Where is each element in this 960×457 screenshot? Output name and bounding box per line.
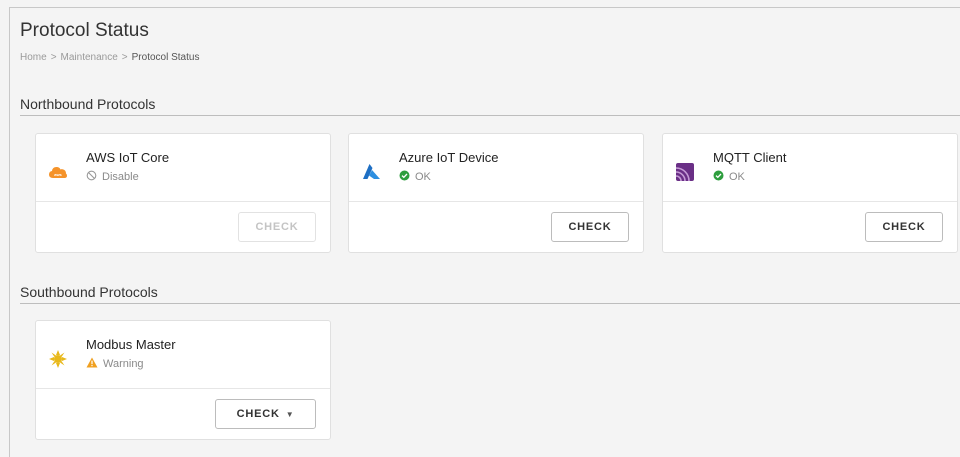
chevron-down-icon: ▼ (285, 409, 295, 419)
breadcrumb-separator: > (50, 52, 57, 63)
status-text: OK (729, 171, 745, 183)
protocol-card-mqtt-client: MQTT Client OK CHECK (662, 133, 958, 253)
southbound-section-title: Southbound Protocols (20, 284, 158, 300)
check-button-label: CHECK (236, 408, 280, 420)
status-text: OK (415, 171, 431, 183)
protocol-status: OK (399, 170, 431, 184)
check-button[interactable]: CHECK (238, 212, 316, 242)
card-divider (663, 201, 957, 202)
mqtt-icon (675, 162, 695, 182)
breadcrumb-maintenance[interactable]: Maintenance (61, 52, 118, 63)
status-text: Warning (103, 358, 144, 370)
protocol-name: Azure IoT Device (399, 150, 499, 165)
status-text: Disable (102, 171, 139, 183)
protocol-card-modbus-master: Modbus Master Warning CHECK ▼ (35, 320, 331, 440)
check-dropdown-button[interactable]: CHECK ▼ (215, 399, 316, 429)
protocol-card-aws-iot-core: aws AWS IoT Core Disable CHECK (35, 133, 331, 253)
breadcrumb: Home > Maintenance > Protocol Status (20, 52, 199, 63)
northbound-divider (20, 115, 960, 116)
northbound-section-title: Northbound Protocols (20, 96, 156, 112)
breadcrumb-separator: > (121, 52, 128, 63)
breadcrumb-current: Protocol Status (131, 52, 200, 63)
modbus-icon (48, 349, 68, 369)
check-button-label: CHECK (568, 221, 612, 233)
check-circle-icon (713, 170, 724, 184)
breadcrumb-home[interactable]: Home (20, 52, 47, 63)
card-divider (36, 388, 330, 389)
check-circle-icon (399, 170, 410, 184)
protocol-status: Disable (86, 170, 139, 184)
check-button[interactable]: CHECK (551, 212, 629, 242)
check-button[interactable]: CHECK (865, 212, 943, 242)
protocol-name: MQTT Client (713, 150, 787, 165)
protocol-status: Warning (86, 357, 144, 371)
warning-icon (86, 357, 98, 371)
azure-icon (361, 162, 381, 182)
protocol-name: Modbus Master (86, 337, 176, 352)
check-button-label: CHECK (255, 221, 299, 233)
protocol-name: AWS IoT Core (86, 150, 170, 165)
svg-text:aws: aws (54, 172, 62, 177)
southbound-divider (20, 303, 960, 304)
check-button-label: CHECK (882, 221, 926, 233)
protocol-card-azure-iot-device: Azure IoT Device OK CHECK (348, 133, 644, 253)
ban-icon (86, 170, 97, 184)
aws-icon: aws (48, 162, 68, 182)
protocol-status: OK (713, 170, 745, 184)
page-title: Protocol Status (20, 20, 149, 41)
card-divider (349, 201, 643, 202)
card-divider (36, 201, 330, 202)
